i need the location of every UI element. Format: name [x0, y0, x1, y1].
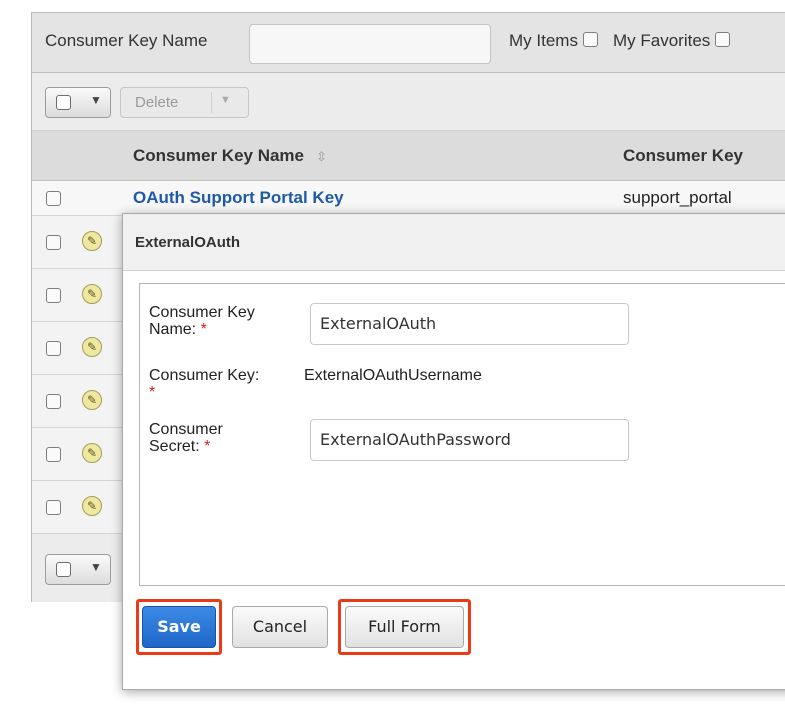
filter-name-label: Consumer Key Name: [45, 31, 208, 50]
chevron-down-icon: ▼: [90, 93, 102, 107]
my-items-checkbox[interactable]: [582, 32, 598, 47]
label-line: Name:: [149, 321, 197, 338]
row-checkbox[interactable]: [46, 341, 61, 356]
column-header-consumer-key-name[interactable]: Consumer Key Name ⇳: [133, 146, 327, 166]
consumer-key-name-label: Consumer Key Name: *: [149, 304, 255, 338]
select-all-checkbox[interactable]: [56, 562, 71, 577]
select-all-checkbox[interactable]: [56, 95, 71, 110]
consumer-key-name-field[interactable]: ExternalOAuth: [310, 303, 629, 345]
row-checkbox[interactable]: [46, 235, 61, 250]
row-checkbox[interactable]: [46, 288, 61, 303]
column-header-label: Consumer Key Name: [133, 146, 305, 165]
pencil-icon[interactable]: ✎: [82, 390, 102, 410]
my-items-label: My Items: [509, 31, 578, 50]
required-marker: *: [200, 321, 207, 338]
edit-modal: ExternalOAuth Consumer Key Name: * Exter…: [122, 213, 785, 690]
modal-title: ExternalOAuth: [135, 234, 241, 251]
consumer-key-label: Consumer Key: *: [149, 367, 259, 401]
pencil-icon[interactable]: ✎: [82, 443, 102, 463]
modal-header: ExternalOAuth: [123, 214, 785, 271]
row-checkbox[interactable]: [46, 447, 61, 462]
sort-icon[interactable]: ⇳: [316, 149, 327, 164]
mass-select-dropdown[interactable]: ▼: [45, 87, 111, 118]
label-line: Consumer: [149, 421, 223, 438]
label-line: Secret:: [149, 438, 200, 455]
cancel-button[interactable]: Cancel: [232, 606, 328, 648]
pencil-icon[interactable]: ✎: [82, 284, 102, 304]
table-header: Consumer Key Name ⇳ Consumer Key: [32, 131, 785, 181]
consumer-key-cell: support_portal: [623, 188, 732, 207]
filter-bar: Consumer Key Name My Items My Favorites: [32, 13, 785, 73]
required-marker: *: [204, 438, 211, 455]
table-row: OAuth Support Portal Key support_portal: [32, 181, 785, 216]
delete-label: Delete: [135, 94, 179, 111]
my-favorites-filter[interactable]: My Favorites: [613, 31, 731, 51]
consumer-key-name-link[interactable]: OAuth Support Portal Key: [133, 188, 344, 208]
row-checkbox[interactable]: [46, 394, 61, 409]
chevron-down-icon: ▼: [90, 560, 102, 574]
action-bar: ▼ Delete ▼: [32, 74, 785, 131]
full-form-button[interactable]: Full Form: [345, 606, 464, 648]
pencil-icon[interactable]: ✎: [82, 337, 102, 357]
consumer-secret-label: Consumer Secret: *: [149, 421, 223, 455]
delete-button[interactable]: Delete ▼: [120, 87, 249, 118]
button-divider: [211, 92, 212, 113]
pencil-icon[interactable]: ✎: [82, 496, 102, 516]
my-favorites-checkbox[interactable]: [715, 32, 731, 47]
consumer-secret-field[interactable]: ExternalOAuthPassword: [310, 419, 629, 461]
label-line: Consumer Key:: [149, 367, 260, 384]
save-button[interactable]: Save: [142, 606, 216, 648]
column-header-consumer-key[interactable]: Consumer Key: [623, 146, 743, 166]
mass-select-dropdown-bottom[interactable]: ▼: [45, 554, 111, 585]
my-items-filter[interactable]: My Items: [509, 31, 598, 51]
required-marker: *: [149, 384, 156, 401]
edit-form: Consumer Key Name: * ExternalOAuth Consu…: [139, 283, 785, 586]
row-checkbox[interactable]: [46, 500, 61, 515]
pencil-icon[interactable]: ✎: [82, 231, 102, 251]
consumer-key-value: ExternalOAuthUsername: [304, 367, 482, 384]
chevron-down-icon: ▼: [220, 94, 231, 106]
row-checkbox[interactable]: [46, 191, 61, 206]
label-line: Consumer Key: [149, 304, 255, 321]
filter-name-input[interactable]: [249, 24, 491, 64]
my-favorites-label: My Favorites: [613, 31, 711, 50]
